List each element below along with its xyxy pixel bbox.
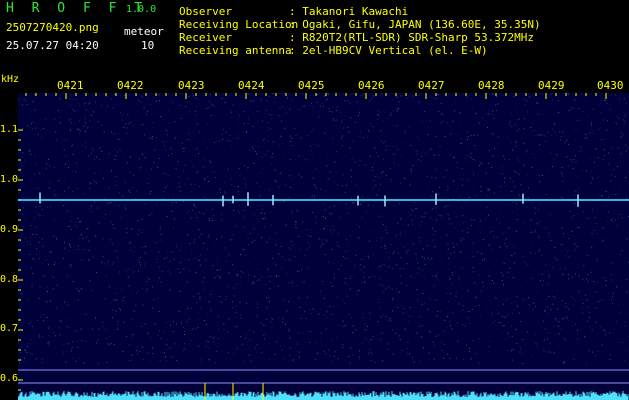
time-tick-label: 0424 (238, 79, 265, 92)
info-values: : Takanori Kawachi : Ogaki, Gifu, JAPAN … (289, 5, 541, 57)
time-tick-label: 0429 (538, 79, 565, 92)
info-keys: Observer Receiving Location Receiver Rec… (179, 5, 299, 57)
time-tick-label: 0428 (478, 79, 505, 92)
time-tick-label: 0426 (358, 79, 385, 92)
spectrogram-background (18, 93, 629, 400)
time-tick-label: 0422 (117, 79, 144, 92)
time-tick-label: 0430 (597, 79, 624, 92)
spectrogram (18, 93, 629, 400)
freq-tick-label: 0.6 (0, 373, 19, 384)
filename: 2507270420.png (6, 21, 99, 34)
time-tick-label: 0421 (57, 79, 84, 92)
app-version: 1.0.0 (126, 4, 157, 15)
meteor-count: 10 (141, 39, 155, 52)
time-tick-label: 0425 (298, 79, 325, 92)
datetime: 25.07.27 04:20 (6, 39, 99, 52)
axis-unit: kHz (1, 74, 20, 85)
freq-tick-label: 1.1 (0, 124, 19, 135)
freq-tick-label: 1.0 (0, 174, 19, 185)
freq-tick-label: 0.8 (0, 274, 19, 285)
time-tick-label: 0427 (418, 79, 445, 92)
freq-tick-label: 0.9 (0, 224, 19, 235)
freq-tick-label: 0.7 (0, 323, 19, 334)
time-tick-label: 0423 (178, 79, 205, 92)
meteor-label: meteor (124, 25, 164, 38)
